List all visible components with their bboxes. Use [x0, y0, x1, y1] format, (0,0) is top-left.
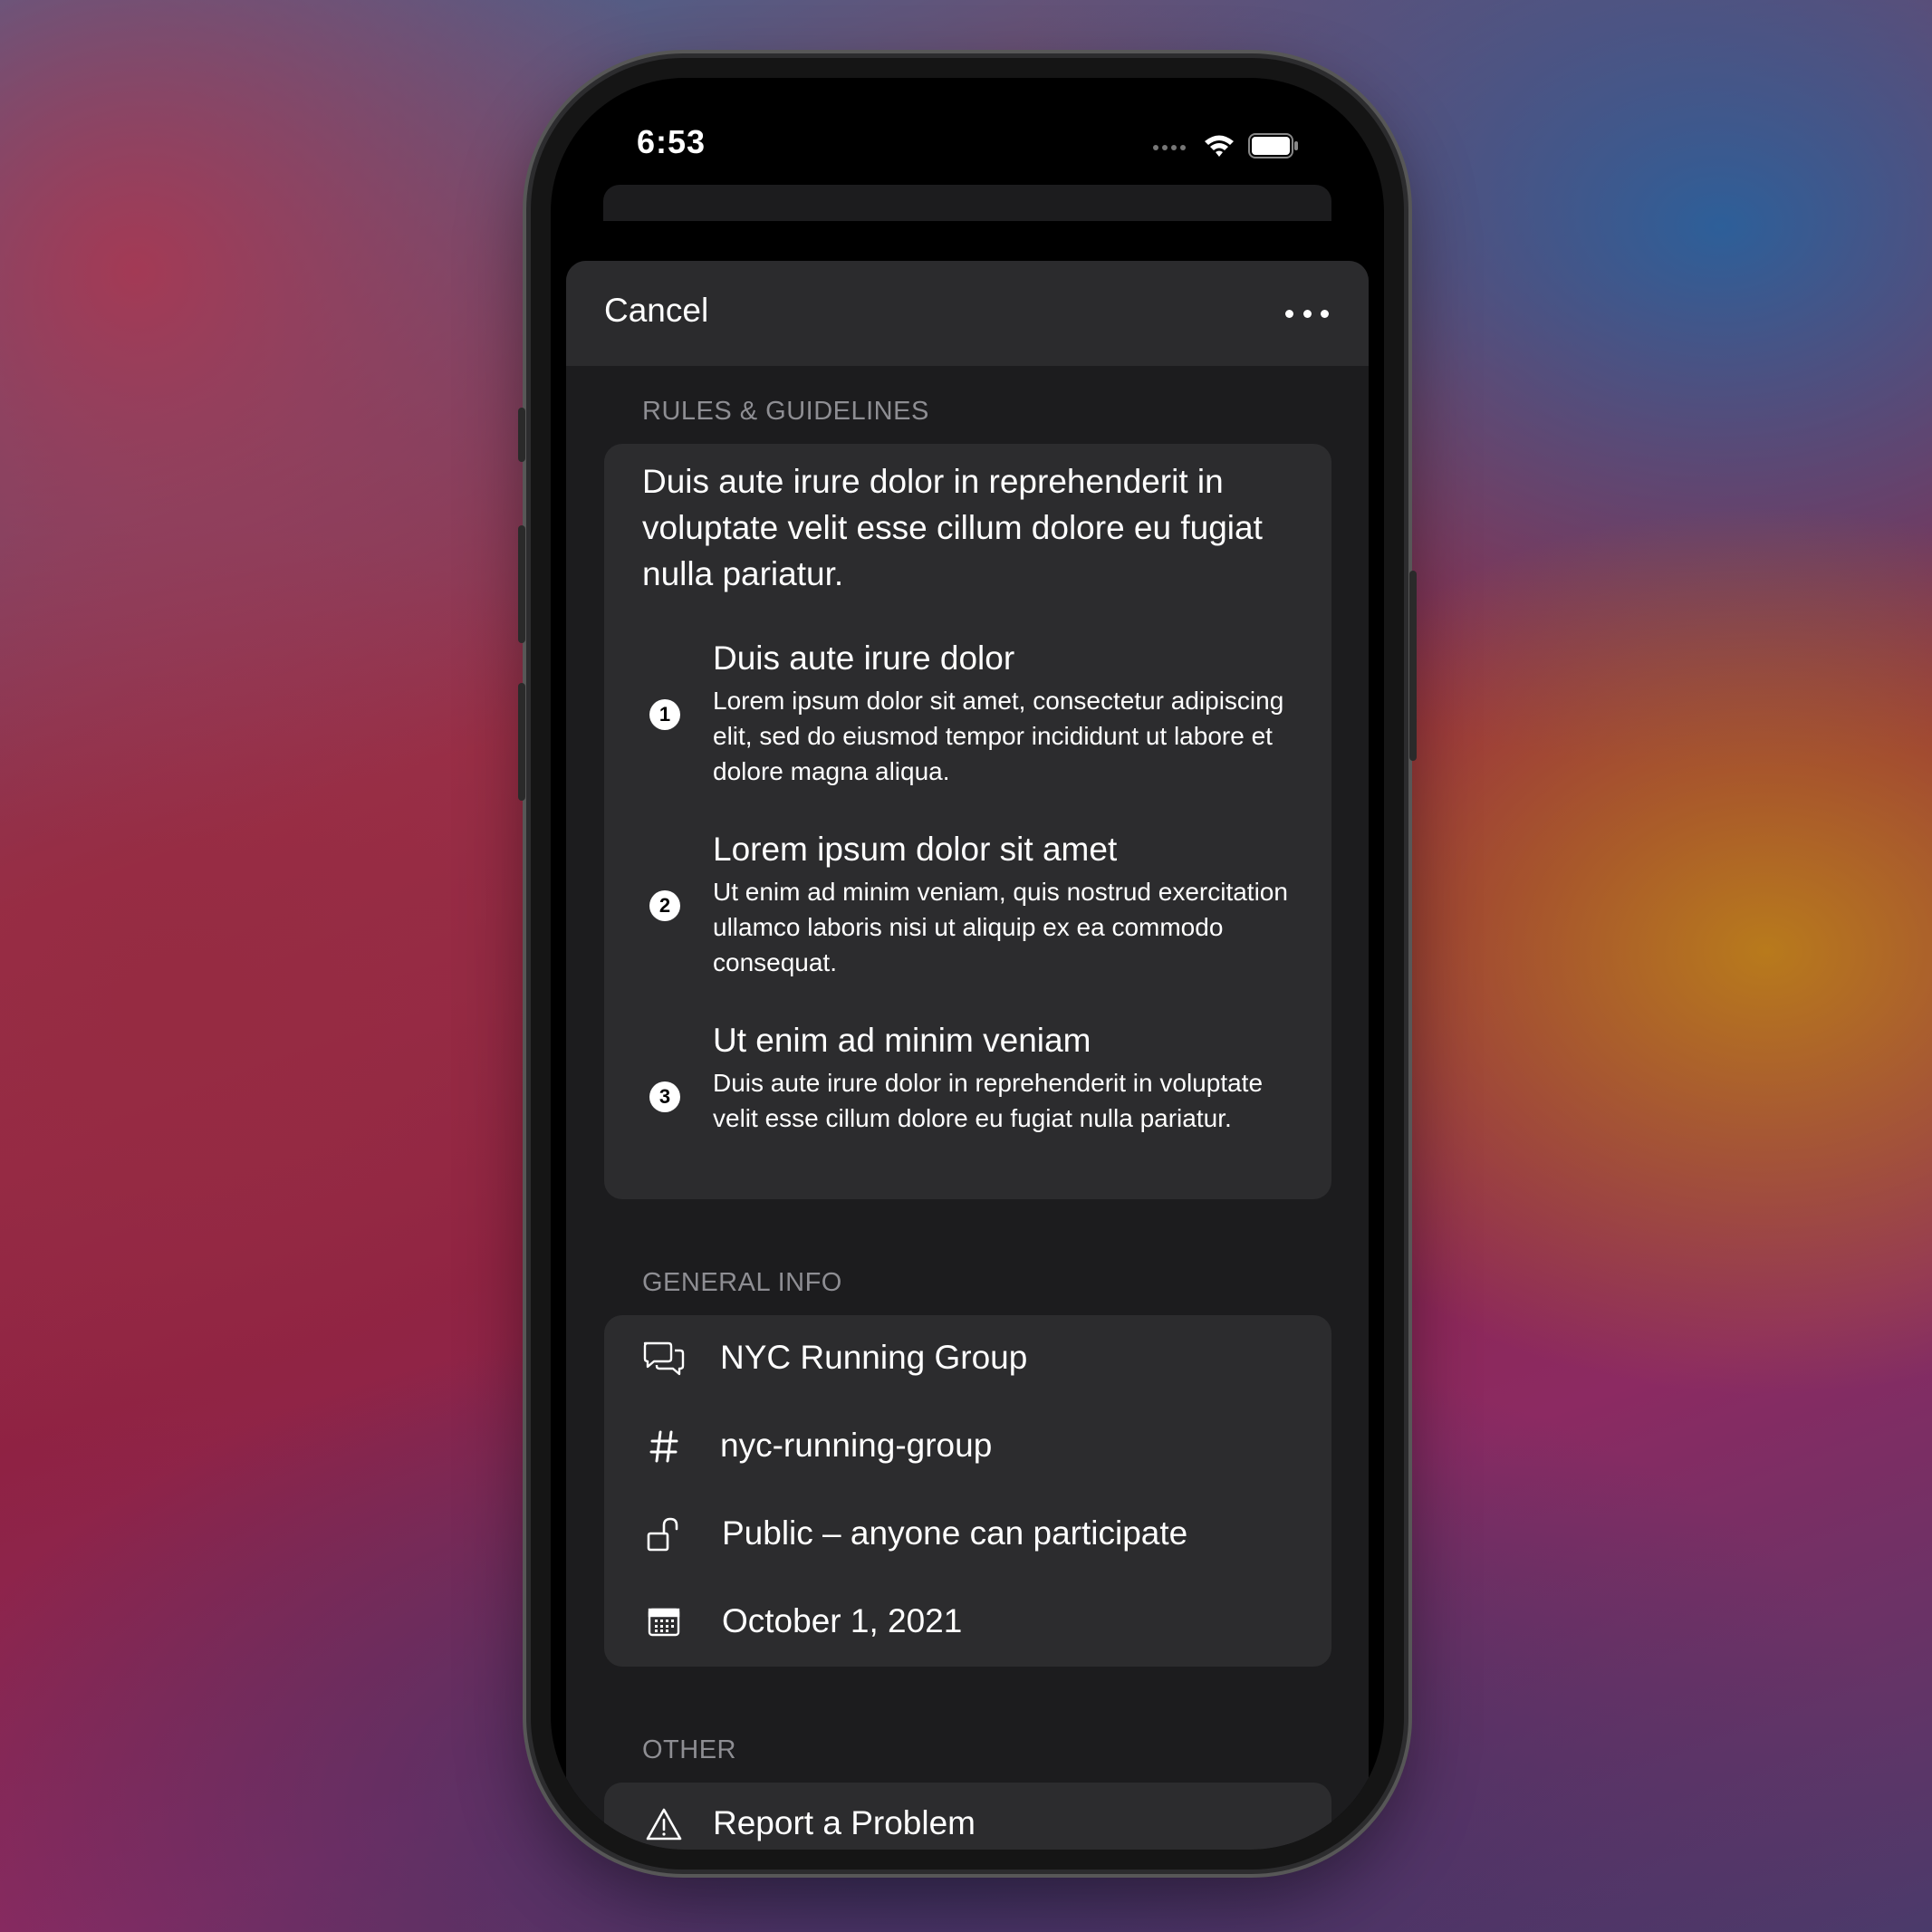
status-icons [1152, 128, 1299, 164]
group-handle-row: nyc-running-group [604, 1410, 1331, 1483]
created-date-row: October 1, 2021 [604, 1586, 1331, 1658]
calendar-icon [640, 1602, 687, 1642]
other-section-header: OTHER [642, 1735, 736, 1764]
hashtag-icon [640, 1427, 687, 1466]
number-3-icon: 3 [649, 1081, 680, 1112]
rules-section-header: RULES & GUIDELINES [642, 397, 929, 426]
visibility-text: Public – anyone can participate [722, 1514, 1188, 1552]
rule-title: Lorem ipsum dolor sit amet [713, 831, 1118, 868]
group-info-sheet: Cancel RULES & GUIDELINES Duis aute irur… [566, 261, 1369, 1850]
wifi-icon [1205, 135, 1234, 157]
mute-switch [518, 408, 525, 462]
rules-card: Duis aute irure dolor in reprehenderit i… [604, 444, 1331, 1199]
signal-icon [1153, 145, 1186, 150]
rule-description: Lorem ipsum dolor sit amet, consectetur … [713, 687, 1284, 785]
rule-item: 3 Ut enim ad minim veniam Duis aute irur… [604, 1022, 1331, 1176]
group-name: NYC Running Group [720, 1339, 1028, 1376]
report-problem-label: Report a Problem [713, 1804, 976, 1841]
battery-icon [1248, 133, 1298, 159]
rules-intro: Duis aute irure dolor in reprehenderit i… [642, 463, 1263, 592]
rule-item: 2 Lorem ipsum dolor sit amet Ut enim ad … [604, 831, 1331, 985]
volume-up-button [518, 525, 525, 643]
background-sheet [603, 185, 1331, 221]
created-date: October 1, 2021 [722, 1602, 963, 1639]
cancel-button[interactable]: Cancel [604, 292, 708, 330]
screen: 6:53 Cancel RULES & GUIDELINES Duis aute… [551, 78, 1384, 1850]
rule-description: Ut enim ad minim veniam, quis nostrud ex… [713, 878, 1288, 976]
group-handle: nyc-running-group [720, 1427, 993, 1464]
warning-icon [640, 1804, 687, 1844]
unlock-icon [640, 1514, 687, 1554]
report-problem-button[interactable]: Report a Problem [604, 1788, 1331, 1850]
rule-description: Duis aute irure dolor in reprehenderit i… [713, 1069, 1264, 1132]
volume-down-button [518, 683, 525, 801]
navigation-bar: Cancel [566, 261, 1369, 366]
number-1-icon: 1 [649, 699, 680, 730]
rule-title: Duis aute irure dolor [713, 639, 1015, 677]
general-section-header: GENERAL INFO [642, 1268, 842, 1297]
ellipsis-icon[interactable] [1285, 301, 1329, 326]
status-time: 6:53 [637, 123, 706, 160]
visibility-row: Public – anyone can participate [604, 1498, 1331, 1571]
other-card: Report a Problem [604, 1783, 1331, 1850]
rule-title: Ut enim ad minim veniam [713, 1022, 1091, 1059]
chat-bubbles-icon [640, 1339, 687, 1379]
number-2-icon: 2 [649, 890, 680, 921]
power-button [1409, 571, 1417, 761]
rule-item: 1 Duis aute irure dolor Lorem ipsum dolo… [604, 639, 1331, 793]
group-name-row: NYC Running Group [604, 1322, 1331, 1395]
phone-frame: 6:53 Cancel RULES & GUIDELINES Duis aute… [518, 58, 1417, 1870]
general-info-card: NYC Running Group nyc-running-group Publ… [604, 1315, 1331, 1667]
